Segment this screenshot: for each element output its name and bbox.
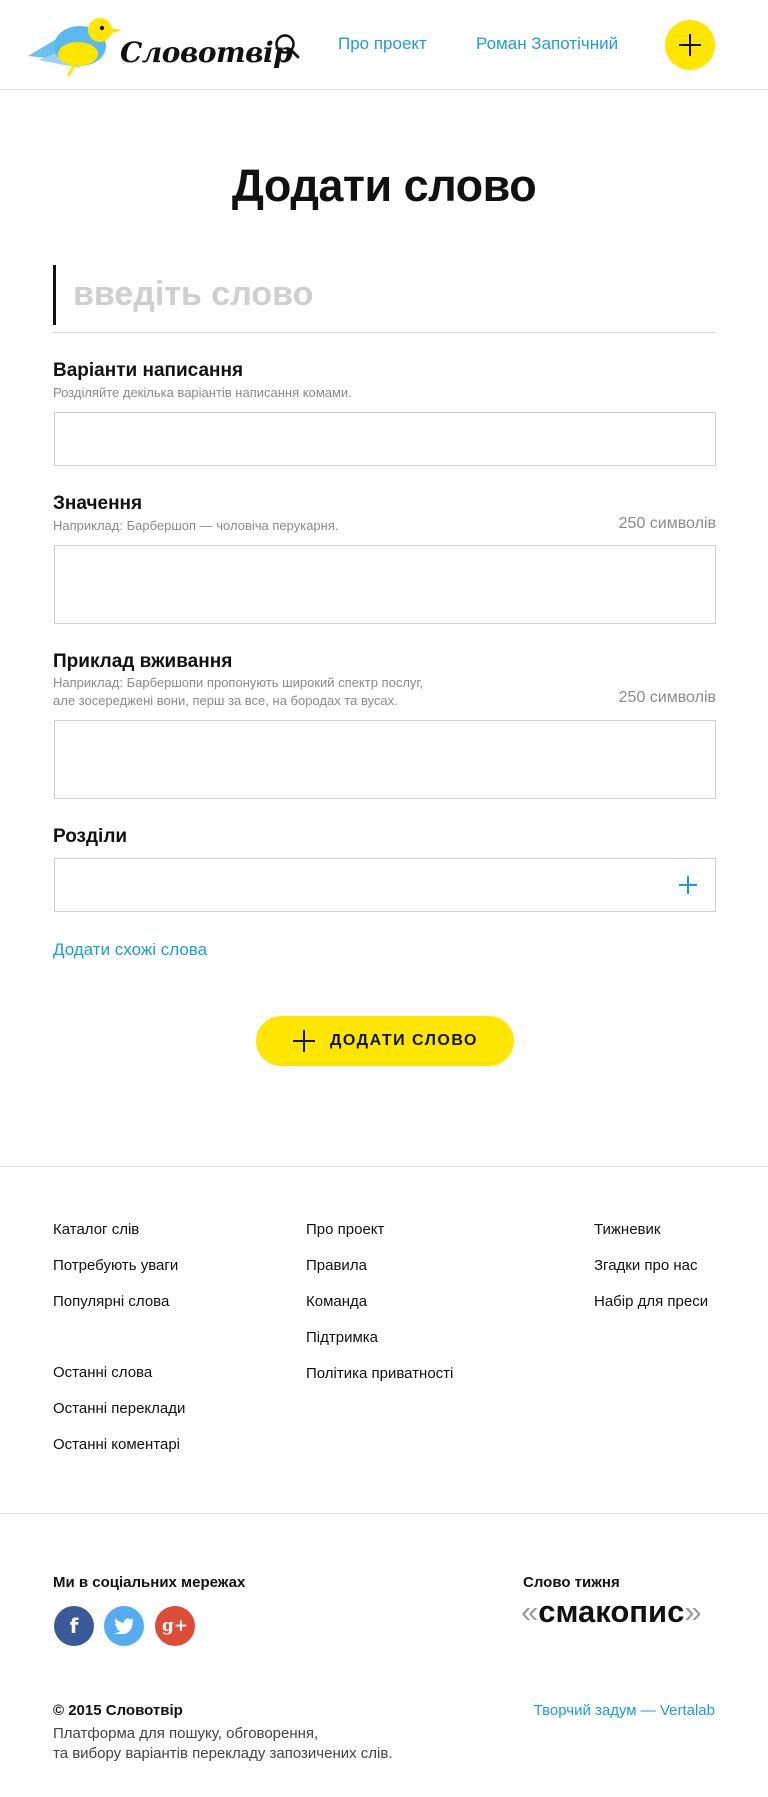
word-of-week[interactable]: «смакопис» — [521, 1594, 702, 1630]
facebook-icon[interactable]: f — [54, 1606, 94, 1646]
footer-link-support[interactable]: Підтримка — [306, 1329, 378, 1346]
search-icon[interactable] — [274, 33, 300, 59]
submit-word-label: ДОДАТИ СЛОВО — [330, 1032, 478, 1049]
platform-description-line-1: Платформа для пошуку, обговорення, — [53, 1725, 319, 1742]
plus-icon — [293, 1030, 316, 1052]
google-plus-icon[interactable]: g+ — [155, 1606, 195, 1646]
spellings-field-box — [54, 412, 716, 466]
footer-link-about[interactable]: Про проект — [306, 1221, 384, 1238]
sections-field-box[interactable] — [54, 858, 716, 912]
add-word-header-button[interactable] — [665, 20, 715, 70]
social-title: Ми в соціальних мережах — [53, 1574, 246, 1591]
text-cursor — [53, 265, 56, 325]
twitter-bird-icon — [114, 1618, 134, 1634]
copyright: © 2015 Словотвір — [53, 1702, 183, 1719]
logo-wordmark: Словотвір — [120, 36, 293, 69]
footer-link-catalog[interactable]: Каталог слів — [53, 1221, 139, 1238]
nav-user-profile-link[interactable]: Роман Запотічний — [476, 34, 618, 54]
plus-icon — [679, 34, 701, 56]
meaning-textarea[interactable] — [55, 546, 715, 623]
word-of-week-title: Слово тижня — [523, 1574, 620, 1591]
meaning-char-counter: 250 символів — [618, 515, 716, 532]
footer-link-popular[interactable]: Популярні слова — [53, 1293, 169, 1310]
add-similar-words-link[interactable]: Додати схожі слова — [53, 940, 207, 960]
word-of-week-text: смакопис — [538, 1594, 685, 1629]
page-title: Додати слово — [231, 160, 537, 211]
footer-links-section — [0, 1166, 768, 1514]
platform-description-line-2: та вибору варіантів перекладу запозичени… — [53, 1745, 393, 1762]
footer-link-mentions[interactable]: Згадки про нас — [594, 1257, 698, 1274]
facebook-glyph: f — [69, 1614, 79, 1638]
twitter-icon[interactable] — [104, 1606, 144, 1646]
google-plus-glyph: g+ — [161, 1616, 189, 1636]
spellings-hint: Розділяйте декілька варіантів написання … — [53, 385, 352, 400]
word-input[interactable] — [73, 270, 673, 318]
footer-link-team[interactable]: Команда — [306, 1293, 367, 1310]
meaning-hint: Наприклад: Барбершоп — чоловіча перукарн… — [53, 518, 339, 533]
close-quote: » — [684, 1594, 702, 1629]
footer-link-rules[interactable]: Правила — [306, 1257, 367, 1274]
word-input-container — [53, 262, 715, 333]
example-field-box — [54, 720, 716, 799]
example-char-counter: 250 символів — [618, 689, 716, 706]
footer-link-press-kit[interactable]: Набір для преси — [594, 1293, 708, 1310]
open-quote: « — [521, 1594, 539, 1629]
site-header: Словотвір Про проект Роман Запотічний — [0, 0, 768, 90]
sections-label: Розділи — [53, 826, 128, 847]
example-textarea[interactable] — [55, 721, 715, 798]
platform-description: Платформа для пошуку, обговорення, та ви… — [53, 1724, 473, 1764]
meaning-field-box — [54, 545, 716, 624]
example-label: Приклад вживання — [53, 651, 233, 672]
submit-word-button[interactable]: ДОДАТИ СЛОВО — [256, 1016, 514, 1066]
footer-link-privacy[interactable]: Політика приватності — [306, 1365, 453, 1382]
nav-about-link[interactable]: Про проект — [338, 34, 427, 54]
example-hint-line-2: але зосереджені вони, перш за все, на бо… — [53, 693, 398, 708]
example-hint: Наприклад: Барбершопи пропонують широкий… — [53, 674, 423, 710]
example-hint-line-1: Наприклад: Барбершопи пропонують широкий… — [53, 675, 424, 690]
footer-link-weekly[interactable]: Тижневик — [594, 1221, 660, 1238]
meaning-label: Значення — [53, 493, 143, 514]
footer-link-recent-translations[interactable]: Останні переклади — [53, 1400, 185, 1417]
site-logo[interactable]: Словотвір — [28, 14, 293, 76]
spellings-input[interactable] — [55, 413, 715, 465]
spellings-label: Варіанти написання — [53, 360, 244, 381]
footer-link-recent-comments[interactable]: Останні коментарі — [53, 1436, 180, 1453]
add-section-plus-icon[interactable] — [679, 876, 697, 894]
credit-link[interactable]: Творчий задум — Vertalab — [534, 1702, 715, 1719]
footer-link-recent-words[interactable]: Останні слова — [53, 1364, 152, 1381]
footer-link-needs-attention[interactable]: Потребують уваги — [53, 1257, 178, 1274]
